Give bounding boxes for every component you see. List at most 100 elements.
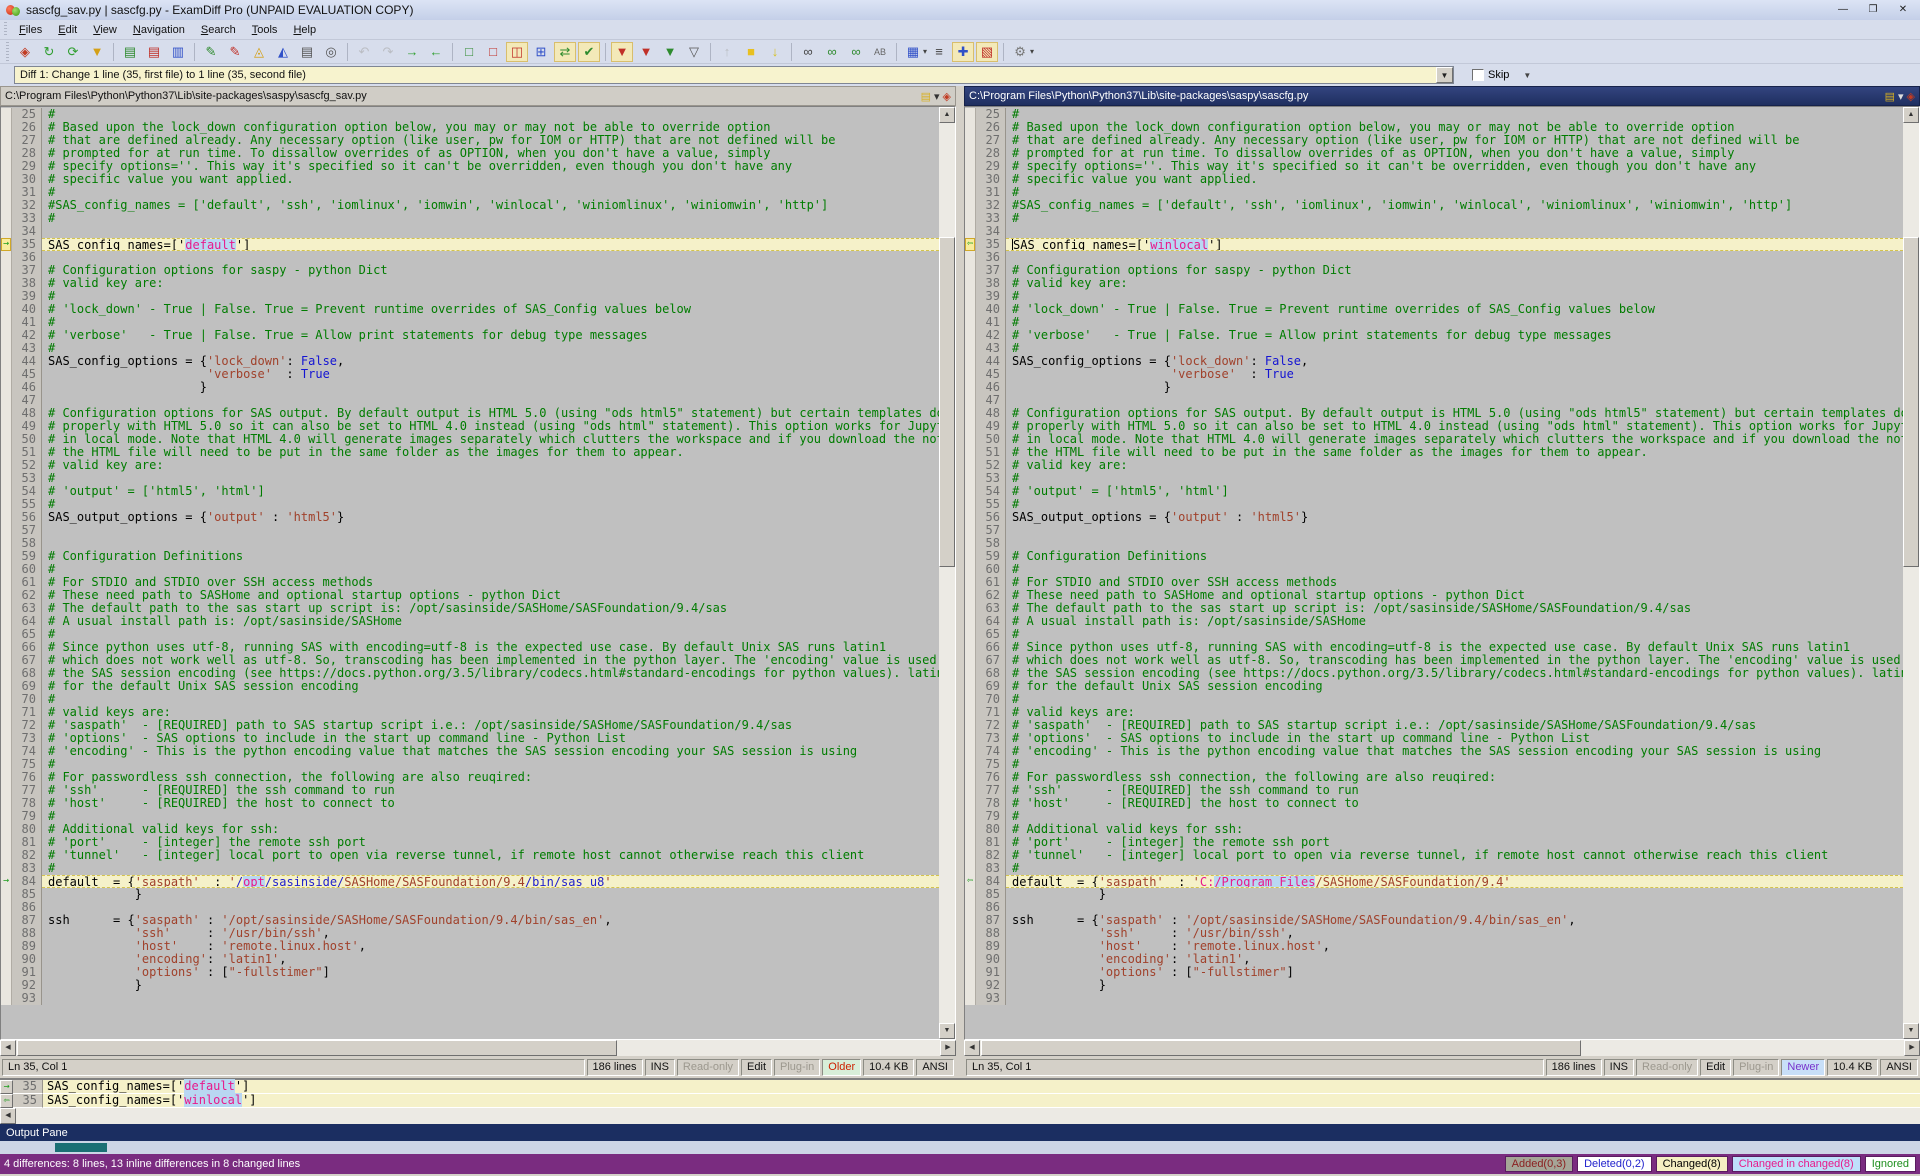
code-line[interactable]: 52# valid key are: [1,459,939,472]
code-line[interactable]: 57 [1,524,939,537]
code-text[interactable]: # 'saspath' - [REQUIRED] path to SAS sta… [1006,719,1903,732]
code-text[interactable]: # valid key are: [1006,277,1903,290]
code-line[interactable]: 82# 'tunnel' - [integer] local port to o… [1,849,939,862]
previous-difference-icon[interactable]: ← [425,42,447,62]
code-line[interactable]: 25# [965,108,1903,121]
code-text[interactable]: # [42,810,939,823]
code-text[interactable]: # [1006,628,1903,641]
code-line[interactable]: 32#SAS_config_names = ['default', 'ssh',… [965,199,1903,212]
code-text[interactable]: SAS_config_names=['default'] [42,238,939,251]
code-text[interactable]: # properly with HTML 5.0 so it can also … [42,420,939,433]
code-line[interactable]: 60# [1,563,939,576]
code-line[interactable]: 91 'options' : ["-fullstimer"] [1,966,939,979]
code-line[interactable]: 77# 'ssh' - [REQUIRED] the ssh command t… [965,784,1903,797]
code-line[interactable]: 45 'verbose' : True [965,368,1903,381]
right-horizontal-scrollbar[interactable]: ◀ ▶ [964,1040,1920,1056]
code-text[interactable] [42,394,939,407]
minimize-button[interactable]: — [1830,3,1856,18]
code-line[interactable]: 26# Based upon the lock_down configurati… [965,121,1903,134]
code-line[interactable]: 67# which does not work well as utf-8. S… [1,654,939,667]
code-line[interactable]: 56SAS_output_options = {'output' : 'html… [965,511,1903,524]
code-line[interactable]: 46 } [965,381,1903,394]
filter-changes-icon[interactable]: ▼ [611,42,633,62]
code-text[interactable]: # the SAS session encoding (see https://… [1006,667,1903,680]
code-text[interactable]: 'host' : 'remote.linux.host', [42,940,939,953]
scroll-down-icon[interactable]: ↓ [764,42,786,62]
code-text[interactable]: # for the default Unix SAS session encod… [1006,680,1903,693]
code-line[interactable]: 87ssh = {'saspath' : '/opt/sasinside/SAS… [965,914,1903,927]
code-text[interactable]: ssh = {'saspath' : '/opt/sasinside/SASHo… [1006,914,1903,927]
code-text[interactable]: } [42,888,939,901]
code-text[interactable]: # [1006,186,1903,199]
code-text[interactable] [1006,537,1903,550]
code-line[interactable]: 33# [1,212,939,225]
code-text[interactable] [1006,251,1903,264]
scrollbar-thumb[interactable] [939,237,955,567]
code-line[interactable]: 92 } [965,979,1903,992]
code-text[interactable]: # 'port' - [integer] the remote ssh port [42,836,939,849]
show-blocks-icon[interactable]: ⊞ [530,42,552,62]
show-different-icon[interactable]: □ [482,42,504,62]
code-text[interactable]: # [1006,693,1903,706]
code-line[interactable]: 64# A usual install path is: /opt/sasins… [965,615,1903,628]
code-text[interactable]: # 'lock_down' - True | False. True = Pre… [42,303,939,316]
code-line[interactable]: 74# 'encoding' - This is the python enco… [1,745,939,758]
code-text[interactable]: # which does not work well as utf-8. So,… [42,654,939,667]
save-both-icon[interactable]: ▥ [167,42,189,62]
code-line[interactable]: ⇦35SAS_config_names=['winlocal'] [965,238,1903,251]
code-text[interactable]: # Since python uses utf-8, running SAS w… [1006,641,1903,654]
compare-icon[interactable]: ◈ [14,42,36,62]
code-line[interactable]: 38# valid key are: [1,277,939,290]
code-text[interactable]: # 'output' = ['html5', 'html'] [1006,485,1903,498]
code-text[interactable]: # properly with HTML 5.0 so it can also … [1006,420,1903,433]
code-line[interactable]: 49# properly with HTML 5.0 so it can als… [965,420,1903,433]
save-first-icon[interactable]: ▤ [119,42,141,62]
code-line[interactable]: 39# [1,290,939,303]
word-wrap-icon[interactable]: ≡ [928,42,950,62]
code-line[interactable]: 70# [965,693,1903,706]
scroll-up-arrow[interactable]: ▲ [939,107,955,123]
scrollbar-thumb[interactable] [17,1040,617,1056]
code-line[interactable]: 34 [965,225,1903,238]
right-code-area[interactable]: 25#26# Based upon the lock_down configur… [965,107,1903,1039]
code-text[interactable]: # [42,563,939,576]
code-line[interactable]: 54# 'output' = ['html5', 'html'] [1,485,939,498]
scroll-right-arrow[interactable]: ▶ [1904,1040,1920,1056]
code-text[interactable] [42,992,939,1005]
code-line[interactable]: 34 [1,225,939,238]
code-line[interactable]: 69# for the default Unix SAS session enc… [1,680,939,693]
code-text[interactable]: # specific value you want applied. [1006,173,1903,186]
code-text[interactable]: # which does not work well as utf-8. So,… [1006,654,1903,667]
code-text[interactable]: 'verbose' : True [1006,368,1903,381]
code-text[interactable]: # Configuration options for saspy - pyth… [1006,264,1903,277]
edit-second-icon[interactable]: ✎ [224,42,246,62]
code-text[interactable]: # Since python uses utf-8, running SAS w… [42,641,939,654]
header-dropdown-icon[interactable]: ▾ [1898,90,1904,103]
grip-handle[interactable] [6,42,9,60]
open-folder-icon[interactable]: ▼ [86,42,108,62]
code-line[interactable]: 43# [1,342,939,355]
code-line[interactable]: 31# [1,186,939,199]
copy-to-first-icon[interactable]: ◬ [248,42,270,62]
code-line[interactable]: 38# valid key are: [965,277,1903,290]
menu-tools[interactable]: Tools [244,22,286,38]
code-line[interactable]: 31# [965,186,1903,199]
code-text[interactable]: # in local mode. Note that HTML 4.0 will… [1006,433,1903,446]
code-line[interactable]: 90 'encoding': 'latin1', [965,953,1903,966]
code-text[interactable]: # [1006,212,1903,225]
code-text[interactable]: # [42,628,939,641]
code-text[interactable]: # Configuration Definitions [1006,550,1903,563]
code-text[interactable]: # [1006,316,1903,329]
print-preview-icon[interactable]: ◎ [320,42,342,62]
code-text[interactable]: # [42,758,939,771]
code-text[interactable]: # [42,472,939,485]
code-text[interactable]: # the HTML file will need to be put in t… [1006,446,1903,459]
code-line[interactable]: 45 'verbose' : True [1,368,939,381]
refresh-icon[interactable]: ↻ [38,42,60,62]
code-line[interactable]: 64# A usual install path is: /opt/sasins… [1,615,939,628]
code-text[interactable]: default = {'saspath' : 'C:/Program Files… [1006,875,1903,888]
code-text[interactable] [42,901,939,914]
code-text[interactable]: } [42,381,939,394]
edit-report-icon[interactable]: ▧ [976,42,998,62]
replace-icon[interactable]: AB [869,42,891,62]
